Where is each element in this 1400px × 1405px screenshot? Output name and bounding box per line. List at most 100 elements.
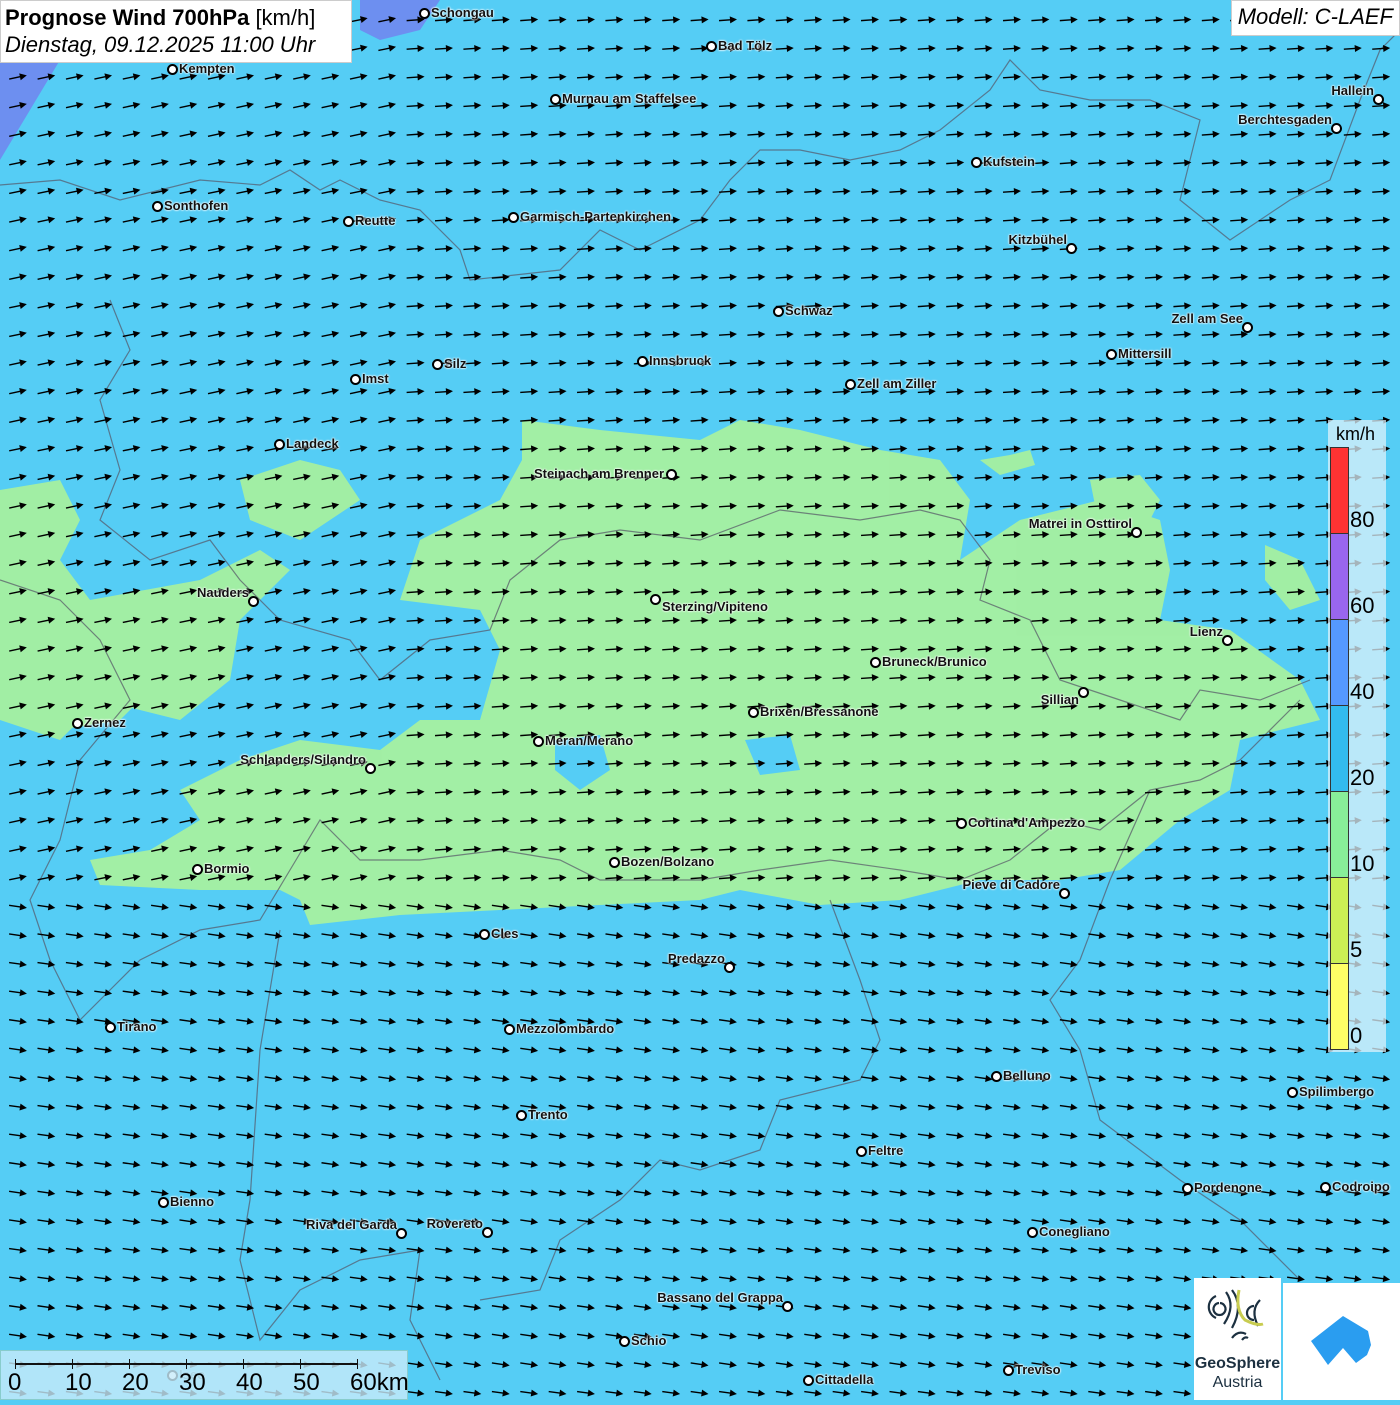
scale-label: 30	[179, 1369, 206, 1396]
scale-tick	[300, 1359, 301, 1369]
city-label[interactable]: Rovereto	[427, 1216, 483, 1231]
city-label[interactable]: Lienz	[1190, 624, 1223, 639]
city-label[interactable]: Garmisch-Partenkirchen	[520, 209, 671, 224]
legend-label: 0	[1350, 1023, 1363, 1048]
city-label[interactable]: Kufstein	[983, 154, 1035, 169]
city-label[interactable]: Bassano del Grappa	[657, 1290, 783, 1305]
legend-label: 20	[1350, 765, 1375, 790]
city-label[interactable]: Steinach am Brenner	[534, 466, 664, 481]
city-label[interactable]: Nauders	[197, 585, 249, 600]
city-label[interactable]: Landeck	[286, 436, 339, 451]
geosphere-name: GeoSphere	[1194, 1355, 1281, 1372]
color-legend: km/h 80 60 40 20 10 5 0	[1328, 420, 1386, 1052]
scale-label: 10	[65, 1369, 92, 1396]
legend-color-segment	[1330, 447, 1349, 534]
city-label[interactable]: Reutte	[355, 213, 395, 228]
scale-tick	[15, 1359, 16, 1369]
city-marker	[533, 736, 544, 747]
partner-logo[interactable]	[1283, 1283, 1400, 1400]
legend-color-segment	[1330, 705, 1349, 792]
city-label[interactable]: Tirano	[117, 1019, 157, 1034]
city-label[interactable]: Belluno	[1003, 1068, 1051, 1083]
legend-color-segment	[1330, 619, 1349, 706]
city-label[interactable]: Treviso	[1015, 1362, 1061, 1377]
city-marker	[1059, 888, 1070, 899]
city-label[interactable]: Berchtesgaden	[1238, 112, 1332, 127]
city-label[interactable]: Zernez	[84, 715, 126, 730]
city-marker	[274, 439, 285, 450]
forecast-datetime: Dienstag, 09.12.2025 11:00 Uhr	[5, 32, 316, 57]
city-label[interactable]: Kitzbühel	[1009, 232, 1068, 247]
city-label[interactable]: Sillian	[1041, 692, 1079, 707]
city-label[interactable]: Feltre	[868, 1143, 903, 1158]
city-label[interactable]: Bormio	[204, 861, 250, 876]
city-label[interactable]: Schongau	[431, 5, 494, 20]
city-label[interactable]: Zell am Ziller	[857, 376, 936, 391]
city-label[interactable]: Matrei in Osttirol	[1029, 516, 1132, 531]
city-marker	[991, 1071, 1002, 1082]
map-unit: [km/h]	[255, 5, 316, 30]
city-label[interactable]: Pieve di Cadore	[962, 877, 1060, 892]
city-marker	[1027, 1227, 1038, 1238]
mountain-logo-icon	[1311, 1316, 1371, 1365]
city-label[interactable]: Imst	[362, 371, 389, 386]
city-label[interactable]: Cles	[491, 926, 518, 941]
city-label[interactable]: Schlanders/Silandro	[240, 752, 366, 767]
city-marker	[482, 1227, 493, 1238]
scale-tick	[129, 1359, 130, 1369]
city-marker	[158, 1197, 169, 1208]
city-label[interactable]: Schwaz	[785, 303, 833, 318]
city-label[interactable]: Mezzolombardo	[516, 1021, 614, 1036]
city-label[interactable]: Trento	[528, 1107, 568, 1122]
city-label[interactable]: Zell am See	[1171, 311, 1243, 326]
city-marker	[650, 594, 661, 605]
city-marker	[1003, 1365, 1014, 1376]
city-label[interactable]: Bruneck/Brunico	[882, 654, 987, 669]
city-label[interactable]: Innsbruck	[649, 353, 711, 368]
city-label[interactable]: Riva del Garda	[306, 1217, 397, 1232]
geosphere-logo[interactable]: GeoSphere Austria	[1194, 1278, 1281, 1400]
city-marker	[1182, 1183, 1193, 1194]
city-label[interactable]: Pordenone	[1194, 1180, 1262, 1195]
city-label[interactable]: Conegliano	[1039, 1224, 1110, 1239]
city-label[interactable]: Brixen/Bressanone	[760, 704, 879, 719]
city-label[interactable]: Predazzo	[668, 951, 725, 966]
city-label[interactable]: Cittadella	[815, 1372, 874, 1387]
city-label[interactable]: Spilimbergo	[1299, 1084, 1374, 1099]
city-marker	[956, 818, 967, 829]
geosphere-emblem-icon	[1207, 1289, 1264, 1341]
city-marker	[706, 41, 717, 52]
city-marker	[396, 1228, 407, 1239]
city-label[interactable]: Cortina d'Ampezzo	[968, 815, 1085, 830]
scale-tick	[72, 1359, 73, 1369]
city-label[interactable]: Bozen/Bolzano	[621, 854, 714, 869]
city-marker	[724, 962, 735, 973]
city-label[interactable]: Bad Tölz	[718, 38, 772, 53]
city-marker	[1131, 527, 1142, 538]
city-label[interactable]: Meran/Merano	[545, 733, 633, 748]
legend-label: 5	[1350, 937, 1363, 962]
legend-unit: km/h	[1336, 424, 1376, 444]
city-marker	[1066, 243, 1077, 254]
city-marker	[1331, 123, 1342, 134]
city-marker	[773, 306, 784, 317]
city-label[interactable]: Silz	[444, 356, 466, 371]
city-label[interactable]: Sonthofen	[164, 198, 228, 213]
model-label: Modell: C-LAEF	[1230, 0, 1400, 36]
city-marker	[167, 64, 178, 75]
city-label[interactable]: Schio	[631, 1333, 666, 1348]
city-label[interactable]: Bienno	[170, 1194, 214, 1209]
city-label[interactable]: Hallein	[1331, 83, 1374, 98]
city-label[interactable]: Mittersill	[1118, 346, 1171, 361]
city-marker	[508, 212, 519, 223]
city-label[interactable]: Sterzing/Vipiteno	[662, 599, 768, 614]
city-label[interactable]: Kempten	[179, 61, 235, 76]
city-marker	[971, 157, 982, 168]
city-marker	[432, 359, 443, 370]
city-label[interactable]: Codroipo	[1332, 1179, 1390, 1194]
city-marker	[1287, 1087, 1298, 1098]
city-marker	[637, 356, 648, 367]
city-marker	[504, 1024, 515, 1035]
scale-tick	[186, 1359, 187, 1369]
city-label[interactable]: Murnau am Staffelsee	[562, 91, 696, 106]
